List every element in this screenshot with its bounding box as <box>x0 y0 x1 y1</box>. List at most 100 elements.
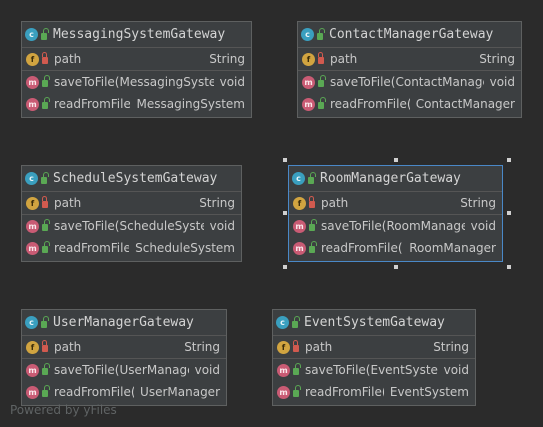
public-visibility-icon <box>41 320 47 328</box>
field-type: String <box>433 340 469 354</box>
method-row[interactable]: m saveToFile(RoomManager) void <box>289 215 502 237</box>
class-node-event-system-gateway[interactable]: c EventSystemGateway f path String m sav… <box>272 309 476 406</box>
field-row[interactable]: f path String <box>273 336 475 358</box>
private-visibility-icon <box>292 340 299 352</box>
method-return-type: void <box>219 75 245 89</box>
field-name: path <box>330 52 358 66</box>
resize-handle-bottom-right[interactable] <box>507 265 511 269</box>
methods-section: m saveToFile(UserManager) void m readFro… <box>22 359 226 403</box>
fields-section: f path String <box>22 336 226 359</box>
field-row[interactable]: f path String <box>22 336 226 358</box>
class-header: c RoomManagerGateway <box>289 166 502 192</box>
public-visibility-icon <box>317 32 323 40</box>
method-row[interactable]: m saveToFile(UserManager) void <box>22 359 226 381</box>
method-icon: m <box>277 385 290 399</box>
field-row[interactable]: f path String <box>289 192 502 214</box>
method-row[interactable]: m saveToFile(EventSystem) void <box>273 359 475 381</box>
private-visibility-icon <box>41 52 48 64</box>
class-header: c EventSystemGateway <box>273 310 475 336</box>
class-header: c ScheduleSystemGateway <box>22 166 241 192</box>
field-type: String <box>209 52 245 66</box>
field-name: path <box>54 340 82 354</box>
resize-handle-left[interactable] <box>283 211 287 215</box>
method-row[interactable]: m readFromFile() MessagingSystem <box>22 93 251 115</box>
resize-handle-top-left[interactable] <box>283 158 287 162</box>
methods-section: m saveToFile(MessagingSystem) void m rea… <box>22 71 251 115</box>
method-icon: m <box>26 97 39 111</box>
public-visibility-icon <box>41 32 47 40</box>
resize-handle-right[interactable] <box>507 211 511 215</box>
fields-section: f path String <box>289 192 502 215</box>
resize-handle-bottom-left[interactable] <box>283 265 287 269</box>
resize-handle-bottom[interactable] <box>394 265 398 269</box>
class-header: c MessagingSystemGateway <box>22 22 251 48</box>
method-name: saveToFile(EventSystem) <box>305 363 438 377</box>
method-row[interactable]: m readFromFile() UserManager <box>22 381 226 403</box>
methods-section: m saveToFile(ScheduleSystem) void m read… <box>22 215 241 259</box>
method-row[interactable]: m saveToFile(ScheduleSystem) void <box>22 215 241 237</box>
method-icon: m <box>302 75 315 89</box>
method-name: readFromFile() <box>54 385 135 399</box>
field-name: path <box>54 52 82 66</box>
method-return-type: ScheduleSystem <box>135 241 235 255</box>
class-icon: c <box>276 316 289 329</box>
method-name: readFromFile() <box>330 97 410 111</box>
method-row[interactable]: m readFromFile() RoomManager <box>289 237 502 259</box>
method-icon: m <box>293 219 306 233</box>
method-name: readFromFile() <box>54 241 130 255</box>
method-icon: m <box>293 241 306 255</box>
method-return-type: ContactManager <box>415 97 515 111</box>
field-icon: f <box>277 340 290 354</box>
class-icon: c <box>25 28 38 41</box>
class-title: ContactManagerGateway <box>329 27 494 42</box>
resize-handle-top[interactable] <box>394 158 398 162</box>
public-visibility-icon <box>42 102 48 109</box>
field-row[interactable]: f path String <box>22 48 251 70</box>
class-node-contact-manager-gateway[interactable]: c ContactManagerGateway f path String m … <box>297 21 522 118</box>
field-icon: f <box>293 196 306 210</box>
method-row[interactable]: m readFromFile() EventSystem <box>273 381 475 403</box>
private-visibility-icon <box>317 52 324 64</box>
class-icon: c <box>25 316 38 329</box>
public-visibility-icon <box>292 320 298 328</box>
method-icon: m <box>26 75 39 89</box>
public-visibility-icon <box>318 80 324 87</box>
watermark: Powered by yFiles <box>10 403 117 417</box>
method-name: saveToFile(MessagingSystem) <box>54 75 214 89</box>
methods-section: m saveToFile(ContactManager) void m read… <box>298 71 521 115</box>
method-row[interactable]: m readFromFile() ScheduleSystem <box>22 237 241 259</box>
class-node-user-manager-gateway[interactable]: c UserManagerGateway f path String m sav… <box>21 309 227 406</box>
method-icon: m <box>26 241 39 255</box>
field-row[interactable]: f path String <box>22 192 241 214</box>
field-row[interactable]: f path String <box>298 48 521 70</box>
public-visibility-icon <box>293 368 299 375</box>
public-visibility-icon <box>42 390 48 397</box>
method-return-type: void <box>489 75 515 89</box>
method-return-type: EventSystem <box>389 385 469 399</box>
method-name: saveToFile(RoomManager) <box>321 219 465 233</box>
method-return-type: MessagingSystem <box>136 97 245 111</box>
method-row[interactable]: m saveToFile(MessagingSystem) void <box>22 71 251 93</box>
method-name: saveToFile(UserManager) <box>54 363 189 377</box>
class-node-room-manager-gateway[interactable]: c RoomManagerGateway f path String m sav… <box>288 165 503 262</box>
class-title: MessagingSystemGateway <box>53 27 226 42</box>
field-name: path <box>321 196 349 210</box>
methods-section: m saveToFile(RoomManager) void m readFro… <box>289 215 502 259</box>
method-icon: m <box>26 385 39 399</box>
method-return-type: RoomManager <box>409 241 496 255</box>
field-icon: f <box>26 340 39 354</box>
method-row[interactable]: m saveToFile(ContactManager) void <box>298 71 521 93</box>
class-title: RoomManagerGateway <box>320 171 461 186</box>
class-node-messaging-system-gateway[interactable]: c MessagingSystemGateway f path String m… <box>21 21 252 118</box>
method-return-type: UserManager <box>140 385 220 399</box>
class-node-schedule-system-gateway[interactable]: c ScheduleSystemGateway f path String m … <box>21 165 242 262</box>
public-visibility-icon <box>308 176 314 184</box>
method-icon: m <box>26 219 39 233</box>
field-type: String <box>199 196 235 210</box>
resize-handle-top-right[interactable] <box>507 158 511 162</box>
public-visibility-icon <box>42 368 48 375</box>
private-visibility-icon <box>308 196 315 208</box>
public-visibility-icon <box>41 176 47 184</box>
class-icon: c <box>25 172 38 185</box>
method-row[interactable]: m readFromFile() ContactManager <box>298 93 521 115</box>
